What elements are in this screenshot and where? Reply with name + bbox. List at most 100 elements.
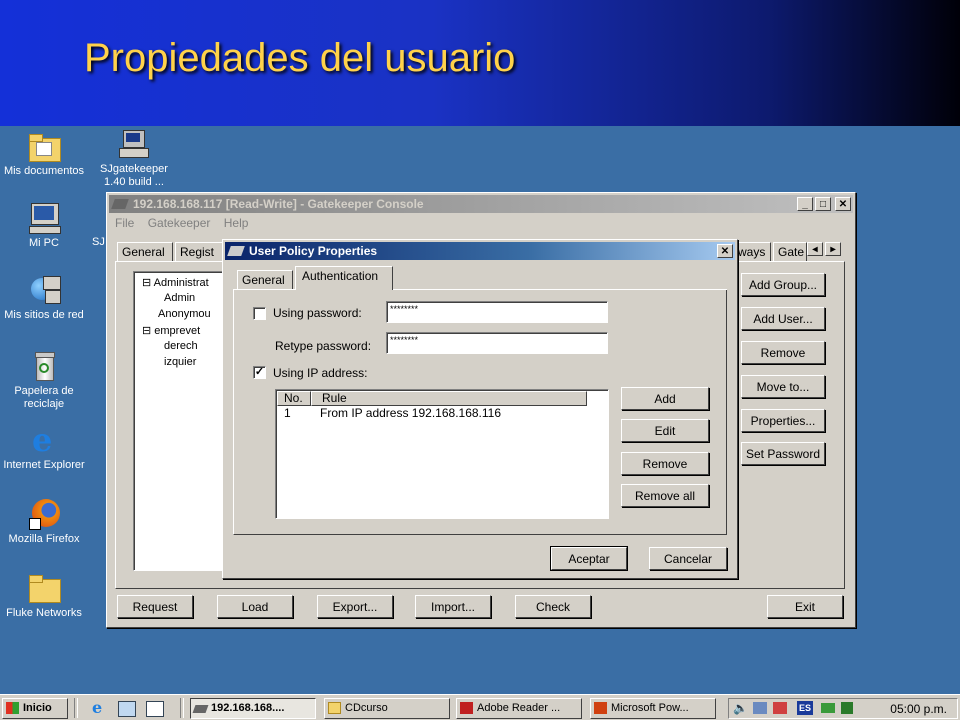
dialog-tab-authentication[interactable]: Authentication: [295, 266, 393, 290]
retype-password-input[interactable]: ********: [386, 332, 608, 354]
cancel-button[interactable]: Cancelar: [649, 547, 727, 570]
exit-button[interactable]: Exit: [767, 595, 843, 618]
desktop-icon-sjgatekeeper[interactable]: SJgatekeeper 1.40 build ...: [92, 128, 176, 189]
using-password-checkbox[interactable]: [253, 307, 266, 320]
taskbar-item-label: Adobe Reader ...: [477, 702, 561, 714]
system-tray: 🔈 ES 05:00 p.m.: [728, 698, 958, 719]
desktop-icon-internet-explorer[interactable]: e Internet Explorer: [2, 424, 86, 472]
ip-rules-list[interactable]: No. Rule 1 From IP address 192.168.168.1…: [275, 389, 609, 519]
desktop-icon-papelera[interactable]: Papelera de reciclaje: [2, 350, 86, 411]
tray-app-icon[interactable]: [841, 702, 853, 714]
folder-icon: [328, 702, 341, 714]
move-to-button[interactable]: Move to...: [741, 375, 825, 398]
desktop-icon-mis-documentos[interactable]: Mis documentos: [2, 130, 86, 178]
taskbar-item-adobe-reader[interactable]: Adobe Reader ...: [456, 698, 582, 719]
remove-button[interactable]: Remove: [741, 341, 825, 364]
quicklaunch-outlook-icon[interactable]: [118, 701, 136, 717]
add-group-button[interactable]: Add Group...: [741, 273, 825, 296]
maximize-button[interactable]: □: [815, 197, 831, 211]
taskbar-item-powerpoint[interactable]: Microsoft Pow...: [590, 698, 716, 719]
import-button[interactable]: Import...: [415, 595, 491, 618]
tree-node-label: Administrat: [153, 277, 209, 289]
desktop-icon-mis-sitios-de-red[interactable]: Mis sitios de red: [2, 274, 86, 322]
desktop-icon-label: Mis sitios de red: [4, 309, 84, 321]
desktop-icon-mozilla-firefox[interactable]: ↗ Mozilla Firefox: [2, 498, 86, 546]
tab-panel-edge: [393, 289, 727, 290]
tree-node-izquierda[interactable]: izquier: [164, 356, 196, 368]
minimize-button[interactable]: _: [797, 197, 813, 211]
tab-scroll-right-icon[interactable]: ▸: [825, 242, 841, 256]
add-rule-button[interactable]: Add: [621, 387, 709, 410]
network-tray-icon[interactable]: [753, 702, 767, 714]
load-button[interactable]: Load: [217, 595, 293, 618]
user-tree[interactable]: ⊟ Administrat Admin Anonymou ⊟ emprevet …: [133, 271, 233, 571]
program-icon: [117, 128, 151, 160]
tree-node-label: emprevet: [154, 325, 201, 337]
clock[interactable]: 05:00 p.m.: [890, 702, 947, 716]
accept-button[interactable]: Aceptar: [550, 546, 628, 571]
dialog-app-icon: [227, 246, 245, 256]
tree-node-administrators[interactable]: ⊟ Administrat: [142, 276, 209, 289]
remove-rule-button[interactable]: Remove: [621, 452, 709, 475]
column-header-rule[interactable]: Rule: [311, 391, 587, 406]
console-tab-registry[interactable]: Regist: [175, 242, 227, 262]
dialog-titlebar[interactable]: User Policy Properties ✕: [225, 242, 735, 260]
tree-node-anonymous[interactable]: Anonymou: [158, 308, 211, 320]
column-header-no[interactable]: No.: [277, 391, 311, 406]
console-tab-general[interactable]: General: [117, 242, 173, 262]
tree-node-label: derech: [164, 340, 198, 352]
quicklaunch-desktop-icon[interactable]: [146, 701, 164, 717]
desktop-icon-mi-pc[interactable]: Mi PC: [2, 202, 86, 250]
tree-node-label: Anonymou: [158, 308, 211, 320]
console-tab-gatekeepers[interactable]: Gate: [773, 242, 807, 262]
console-tab-gateways[interactable]: ways: [733, 242, 771, 262]
desktop-icon-label: Mis documentos: [3, 165, 85, 177]
menu-gatekeeper[interactable]: Gatekeeper: [148, 216, 211, 230]
taskbar-item-cdcurso[interactable]: CDcurso: [324, 698, 450, 719]
using-ip-label: Using IP address:: [273, 366, 368, 380]
console-title: 192.168.168.117 [Read-Write] - Gatekeepe…: [133, 197, 424, 211]
dialog-close-button[interactable]: ✕: [717, 244, 733, 258]
rule-row-text[interactable]: From IP address 192.168.168.116: [320, 406, 501, 420]
export-button[interactable]: Export...: [317, 595, 393, 618]
tree-node-admin[interactable]: Admin: [164, 292, 195, 304]
menu-help[interactable]: Help: [224, 216, 249, 230]
start-button[interactable]: Inicio: [2, 698, 68, 719]
check-button[interactable]: Check: [515, 595, 591, 618]
desktop-icon-label: Mozilla Firefox: [8, 533, 80, 545]
ie-icon: e: [32, 421, 53, 459]
set-password-button[interactable]: Set Password: [741, 442, 825, 465]
network-alert-icon[interactable]: [773, 702, 787, 714]
powerpoint-icon: [594, 702, 607, 714]
using-ip-checkbox[interactable]: ✓: [253, 366, 266, 379]
close-button[interactable]: ✕: [835, 197, 851, 211]
edit-rule-button[interactable]: Edit: [621, 419, 709, 442]
menu-file[interactable]: File: [115, 216, 134, 230]
add-user-button[interactable]: Add User...: [741, 307, 825, 330]
language-indicator[interactable]: ES: [797, 701, 813, 715]
quicklaunch-ie-icon[interactable]: e: [92, 700, 108, 716]
taskbar-item-label: CDcurso: [345, 702, 388, 714]
computer-icon: [27, 202, 61, 234]
password-input[interactable]: ********: [386, 301, 608, 323]
tab-panel-edge: [233, 289, 295, 290]
tree-node-emprevet[interactable]: ⊟ emprevet: [142, 324, 200, 337]
tree-node-label: izquier: [164, 356, 197, 368]
gatekeeper-app-icon: [192, 705, 209, 713]
request-button[interactable]: Request: [117, 595, 193, 618]
tab-scroll-left-icon[interactable]: ◂: [807, 242, 823, 256]
remove-all-rules-button[interactable]: Remove all: [621, 484, 709, 507]
volume-icon[interactable]: 🔈: [733, 701, 748, 715]
dialog-tab-general[interactable]: General: [237, 270, 293, 290]
rule-row-no[interactable]: 1: [284, 406, 291, 420]
taskbar: Inicio e 192.168.168.... CDcurso Adobe R…: [0, 694, 960, 720]
taskbar-item-gatekeeper[interactable]: 192.168.168....: [190, 698, 316, 719]
tree-node-derecha[interactable]: derech: [164, 340, 198, 352]
desktop-icon-fluke-networks[interactable]: Fluke Networks: [2, 572, 86, 620]
folder-docs-icon: [27, 130, 61, 162]
properties-button[interactable]: Properties...: [741, 409, 825, 432]
firefox-icon: ↗: [27, 498, 61, 530]
console-titlebar[interactable]: 192.168.168.117 [Read-Write] - Gatekeepe…: [109, 195, 853, 213]
tray-app-icon[interactable]: [821, 703, 835, 713]
windows-logo-icon: [6, 702, 19, 714]
